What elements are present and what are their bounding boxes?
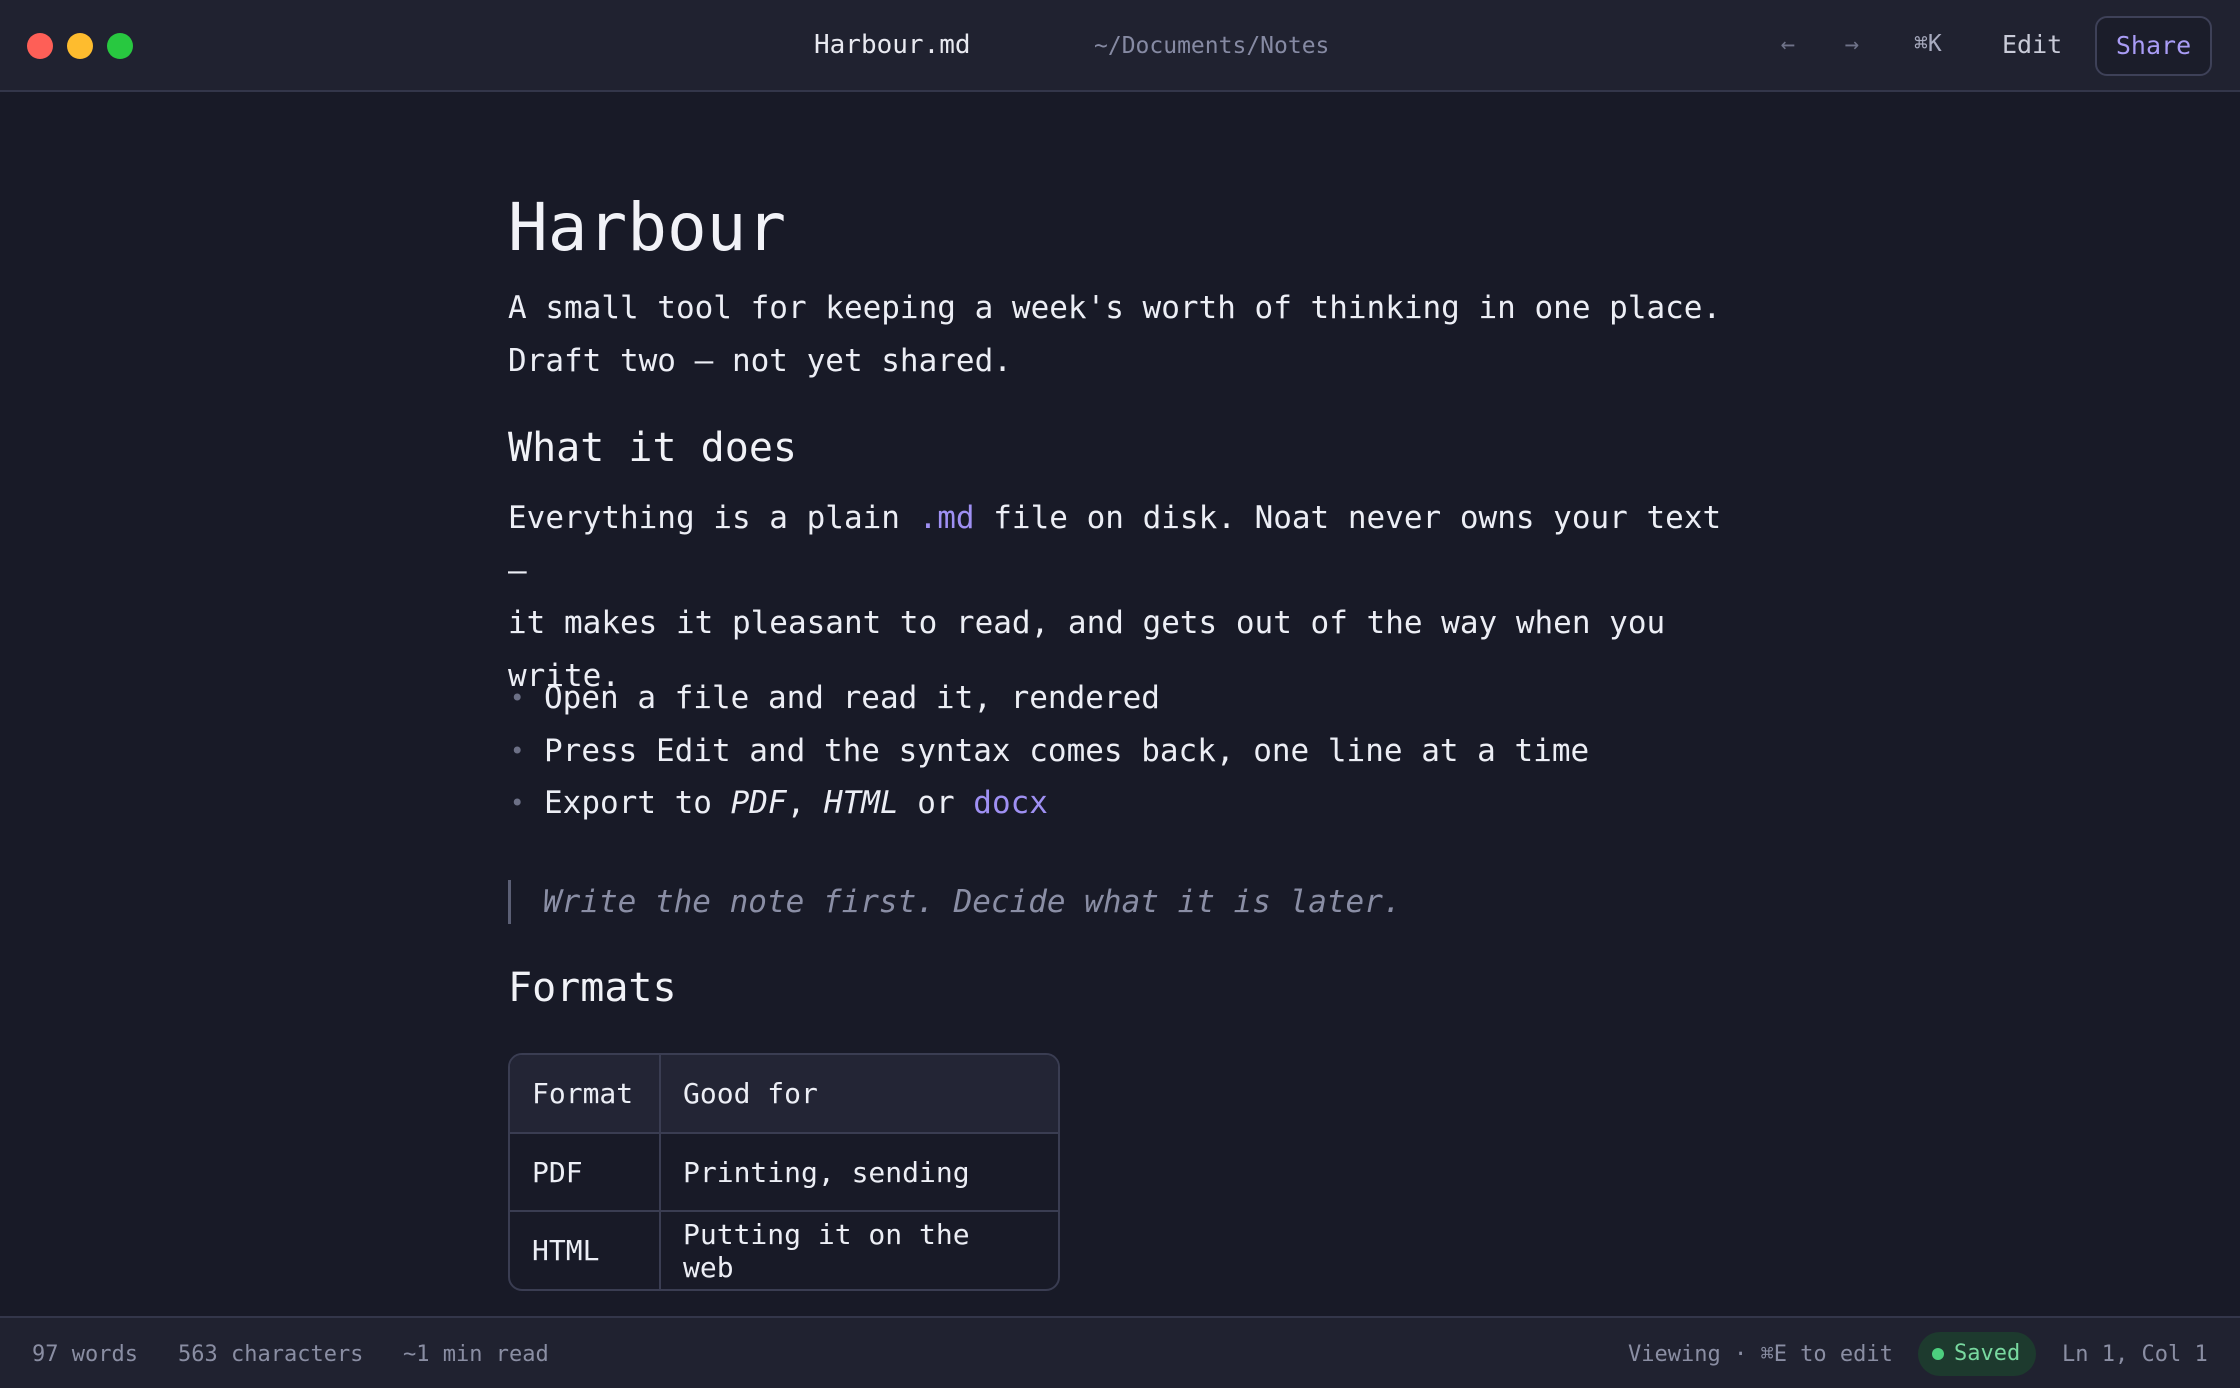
table-cell: Printing, sending <box>659 1132 1058 1211</box>
feature-list: • Open a file and read it, rendered • Pres… <box>508 672 1589 830</box>
edit-button[interactable]: Edit <box>1988 20 2076 70</box>
file-path: ~/Documents/Notes <box>1094 33 1330 59</box>
list-item-text: Press Edit and the syntax comes back, on… <box>544 732 1590 769</box>
inline-code: .md <box>918 500 975 536</box>
list-item: • Open a file and read it, rendered <box>508 672 1589 725</box>
maximize-window-button[interactable] <box>107 33 133 59</box>
minimize-window-button[interactable] <box>67 33 93 59</box>
table-row: HTML Putting it on the web <box>510 1210 1058 1289</box>
section-heading-what-it-does: What it does <box>508 425 797 471</box>
title-bar: Harbour.md ~/Documents/Notes ← → ⌘K Edit… <box>0 0 2240 92</box>
command-palette-button[interactable]: ⌘K <box>1914 31 1942 57</box>
back-arrow-icon[interactable]: ← <box>1770 30 1806 58</box>
word-count: 97 words <box>32 1342 138 1367</box>
table-row: PDF Printing, sending <box>510 1132 1058 1211</box>
paragraph-text: Everything is a plain <box>508 500 919 536</box>
table-cell: HTML <box>510 1210 660 1289</box>
table-header-row: Format Good for <box>510 1055 1058 1133</box>
emphasis-html: HTML <box>823 785 899 821</box>
table-header-cell: Good for <box>659 1055 1058 1133</box>
character-count: 563 characters <box>178 1342 364 1367</box>
list-item-text: Open a file and read it, rendered <box>544 680 1160 716</box>
paragraph-line: Everything is a plain .md file on disk. … <box>508 492 1748 597</box>
emphasis-pdf: PDF <box>730 785 787 821</box>
table-header-cell: Format <box>510 1055 660 1133</box>
saved-status-badge: Saved <box>1918 1332 2037 1376</box>
bullet-icon: • <box>510 736 525 765</box>
app-window: Harbour.md ~/Documents/Notes ← → ⌘K Edit… <box>0 0 2240 1388</box>
saved-dot-icon <box>1932 1348 1944 1360</box>
list-item: • Export to PDF, HTML or docx <box>508 777 1589 830</box>
intro-line: Draft two — not yet shared. <box>508 342 1012 379</box>
list-item-text: , <box>786 785 824 821</box>
close-window-button[interactable] <box>27 33 53 59</box>
cursor-position[interactable]: Ln 1, Col 1 <box>2062 1342 2208 1367</box>
saved-label: Saved <box>1954 1341 2021 1366</box>
status-bar: 97 words 563 characters ~1 min read View… <box>0 1316 2240 1388</box>
bullet-icon: • <box>510 684 525 712</box>
document-title: Harbour <box>508 189 787 266</box>
description-paragraph: Everything is a plain .md file on disk. … <box>508 492 1748 702</box>
share-button[interactable]: Share <box>2095 16 2212 76</box>
read-time: ~1 min read <box>403 1342 549 1367</box>
formats-table: Format Good for PDF Printing, sending HT… <box>508 1053 1060 1291</box>
table-cell: Putting it on the web <box>659 1210 1058 1289</box>
intro-line: A small tool for keeping a week's worth … <box>508 290 1722 326</box>
intro-paragraph: A small tool for keeping a week's worth … <box>508 282 1721 387</box>
section-heading-formats: Formats <box>508 965 677 1011</box>
paragraph-line: it makes it pleasant to read, and gets o… <box>508 605 1666 641</box>
docx-link[interactable]: docx <box>973 785 1048 821</box>
table-cell: PDF <box>510 1132 660 1211</box>
list-item-text: Export to <box>544 785 731 821</box>
mode-indicator: Viewing · ⌘E to edit <box>1628 1342 1893 1367</box>
forward-arrow-icon[interactable]: → <box>1834 30 1870 58</box>
file-name: Harbour.md <box>814 30 971 60</box>
bullet-icon: • <box>510 789 525 817</box>
blockquote: Write the note first. Decide what it is … <box>508 880 1402 924</box>
list-item: • Press Edit and the syntax comes back, o… <box>508 725 1589 778</box>
list-item-text: or <box>898 785 974 821</box>
